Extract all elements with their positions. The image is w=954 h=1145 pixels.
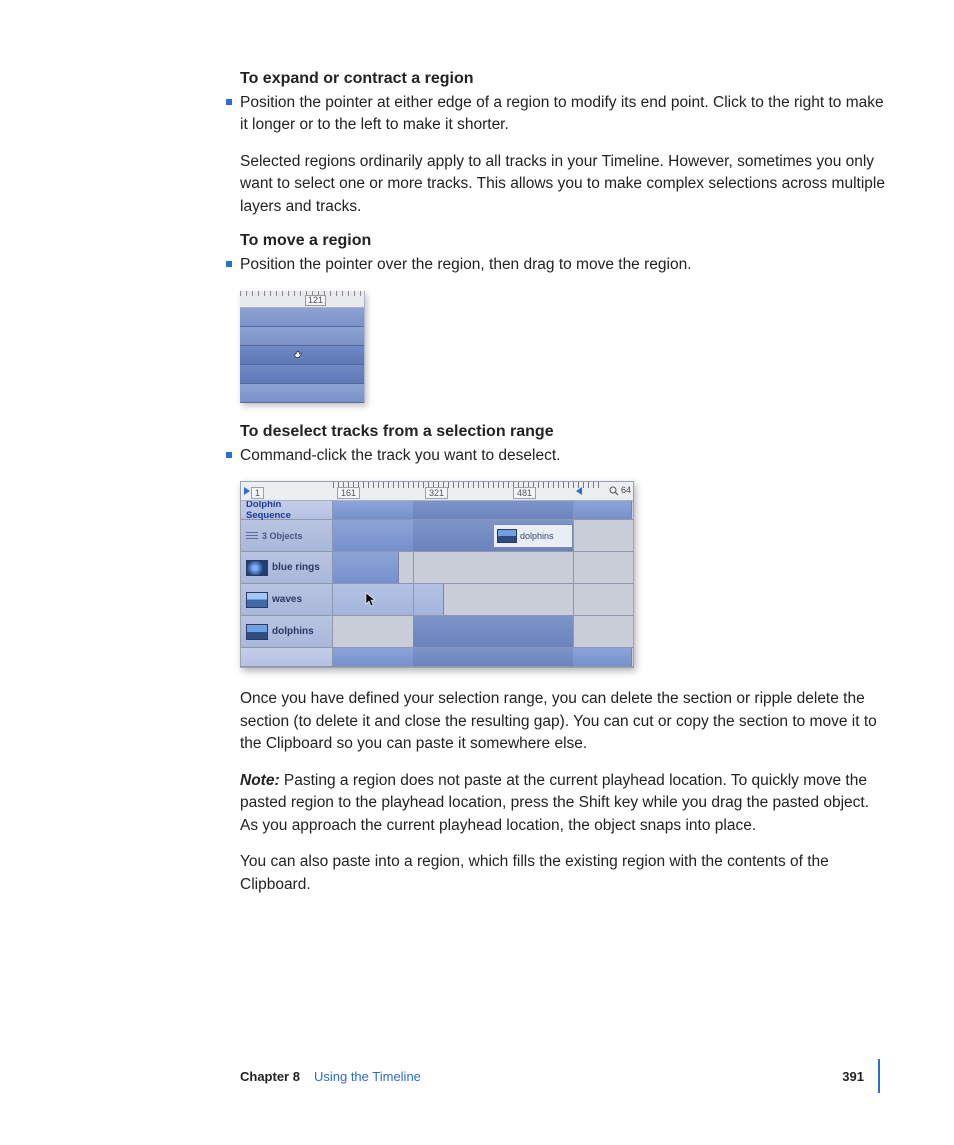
divider: [573, 616, 574, 647]
chapter-label: Chapter 8: [240, 1069, 300, 1084]
figure-move-region: 121: [240, 291, 365, 403]
timeline-track: [240, 308, 364, 327]
timeline-track: [240, 327, 364, 346]
timeline-group-row: 3 Objects dolphins: [241, 520, 633, 552]
track-label-cell: dolphins: [241, 616, 333, 647]
region-segment: [573, 501, 632, 519]
timeline-track-row-deselected: waves: [241, 584, 633, 616]
bullet-text: Position the pointer over the region, th…: [240, 256, 692, 273]
bullet-deselect-tracks: Command-click the track you want to dese…: [240, 445, 890, 467]
divider: [573, 520, 574, 551]
ruler-ticks: [333, 482, 603, 488]
bullet-text: Command-click the track you want to dese…: [240, 447, 560, 464]
ruler-label: 321: [425, 487, 448, 499]
ruler-label: 481: [513, 487, 536, 499]
group-count-label: 3 Objects: [262, 531, 303, 541]
note-paragraph: Note: Pasting a region does not paste at…: [240, 770, 890, 837]
paragraph-after-define-range: Once you have defined your selection ran…: [240, 688, 890, 755]
heading-deselect-tracks: To deselect tracks from a selection rang…: [240, 423, 890, 441]
figure-timeline-panel: 1 161 321 481 64 Dolphin Sequence: [240, 481, 634, 668]
header-lane: [333, 501, 633, 519]
track-thumbnail: [246, 592, 268, 608]
clip-thumbnail: [497, 529, 517, 543]
chapter-title: Using the Timeline: [314, 1069, 421, 1084]
clip-label: dolphins: [520, 531, 554, 541]
track-name: waves: [272, 594, 302, 605]
timeline-track-selected: [240, 346, 364, 365]
timeline-track-row: dolphins: [241, 616, 633, 648]
track-thumbnail: [246, 624, 268, 640]
note-text: Pasting a region does not paste at the c…: [240, 772, 869, 834]
region-segment-selected: [413, 501, 574, 519]
timeline-ruler: 121: [240, 291, 364, 308]
track-lane: [333, 648, 633, 666]
document-page: To expand or contract a region Position …: [0, 0, 954, 1145]
track-lane: [333, 584, 633, 615]
track-lane: [333, 616, 633, 647]
divider: [573, 584, 574, 615]
timeline-track: [240, 384, 364, 403]
empty-label-cell: [241, 648, 333, 666]
region-segment: [333, 520, 414, 551]
timeline-header-row: Dolphin Sequence: [241, 501, 633, 520]
bullet-expand-contract: Position the pointer at either edge of a…: [240, 92, 890, 137]
paragraph-selected-regions: Selected regions ordinarily apply to all…: [240, 151, 890, 218]
heading-move-region: To move a region: [240, 232, 890, 250]
track-name: blue rings: [272, 562, 320, 573]
divider: [413, 584, 414, 615]
region-segment: [333, 501, 414, 519]
sequence-name: Dolphin Sequence: [241, 501, 333, 519]
note-label: Note:: [240, 772, 280, 789]
track-thumbnail: [246, 560, 268, 576]
divider: [573, 501, 574, 519]
ruler-label: 1: [251, 487, 264, 499]
region-segment: [333, 648, 414, 666]
divider: [573, 552, 574, 583]
timeline-ruler: 1 161 321 481 64: [241, 482, 633, 501]
track-lane: dolphins: [333, 520, 633, 551]
track-name: dolphins: [272, 626, 314, 637]
hamburger-icon: [246, 532, 258, 539]
footer-accent-bar: [878, 1059, 880, 1093]
paragraph-paste-into-region: You can also paste into a region, which …: [240, 851, 890, 896]
track-label-cell: blue rings: [241, 552, 333, 583]
arrow-cursor-icon: [365, 592, 377, 608]
timeline-track-selected: [240, 365, 364, 384]
bullet-move-region: Position the pointer over the region, th…: [240, 254, 890, 276]
ruler-end-label: 64: [621, 485, 631, 495]
region-segment-deselected: [333, 584, 444, 615]
bullet-icon: [226, 99, 232, 105]
grab-hand-cursor-icon: [292, 348, 306, 362]
divider: [413, 552, 414, 583]
timeline-track-row: blue rings: [241, 552, 633, 584]
heading-expand-contract: To expand or contract a region: [240, 70, 890, 88]
content-column: To expand or contract a region Position …: [240, 70, 890, 896]
ruler-label: 121: [305, 295, 326, 306]
bullet-icon: [226, 261, 232, 267]
page-footer: Chapter 8 Using the Timeline 391: [240, 1059, 890, 1093]
region-segment-selected: [413, 616, 574, 647]
track-label-cell: waves: [241, 584, 333, 615]
region-segment: [333, 552, 399, 583]
ruler-label: 161: [337, 487, 360, 499]
timeline-bottom-strip: [241, 648, 633, 667]
timeline-clip: dolphins: [493, 524, 573, 548]
group-label-cell: 3 Objects: [241, 520, 333, 551]
bullet-text: Position the pointer at either edge of a…: [240, 94, 884, 133]
track-lane: [333, 552, 633, 583]
playhead-end-icon: [573, 486, 583, 496]
region-segment: [573, 648, 632, 666]
zoom-icon: [609, 486, 619, 496]
page-number: 391: [842, 1069, 864, 1084]
bullet-icon: [226, 452, 232, 458]
region-segment-selected: [413, 648, 574, 666]
ruler-ticks: [240, 291, 364, 296]
